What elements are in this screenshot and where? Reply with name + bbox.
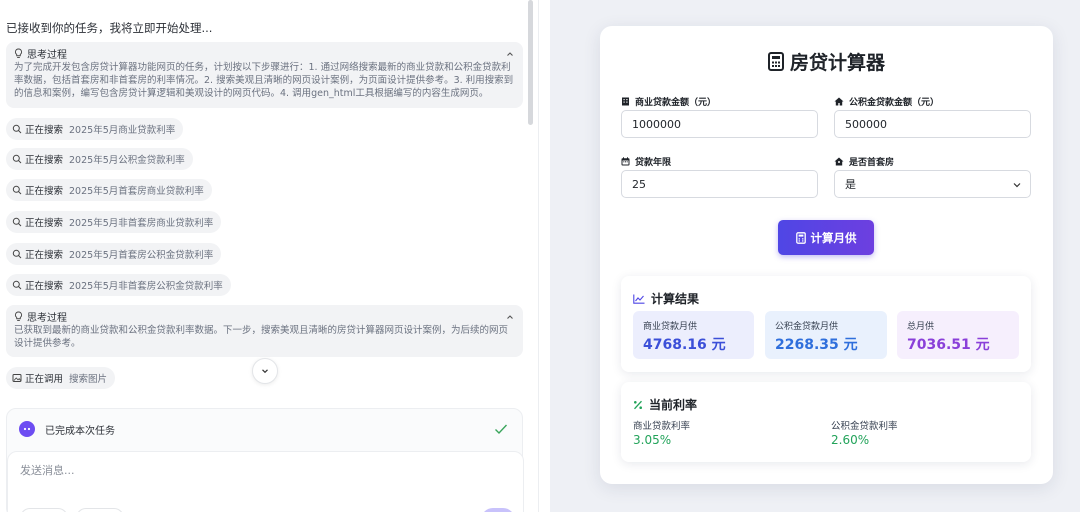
- preview-panel: 房贷计算器 商业贷款金额（元） 公积金贷款金额（元） 贷款年限 是否首套房: [550, 0, 1080, 512]
- search-status: 正在搜索: [25, 218, 64, 229]
- chart-line-icon: [633, 294, 645, 304]
- search-query: 2025年5月公积金贷款利率: [69, 155, 185, 166]
- search-query: 2025年5月首套房公积金贷款利率: [69, 250, 214, 261]
- scrollbar[interactable]: [528, 0, 533, 125]
- first-home-label: 是否首套房: [834, 155, 894, 168]
- rates-panel: 当前利率 商业贷款利率 3.05% 公积金贷款利率 2.60%: [621, 382, 1031, 462]
- search-query: 2025年5月商业贷款利率: [69, 125, 176, 136]
- search-status: 正在搜索: [25, 125, 64, 136]
- check-icon: [495, 424, 508, 435]
- first-home-selected: 是: [845, 178, 856, 191]
- task-complete-card: 已完成本次任务: [6, 408, 524, 512]
- chat-panel: 已接收到你的任务，我将立即开始处理... 思考过程 为了完成开发包含房贷计算器功…: [0, 0, 540, 512]
- search-icon: [12, 154, 22, 164]
- chevron-down-icon: [1013, 183, 1021, 188]
- thinking-text: 已获取到最新的商业贷款和公积金贷款利率数据。下一步，搜索美观且清晰的房贷计算器网…: [14, 325, 509, 349]
- calculator-card: 房贷计算器 商业贷款金额（元） 公积金贷款金额（元） 贷款年限 是否首套房: [600, 26, 1053, 484]
- chevron-up-icon[interactable]: [505, 312, 515, 322]
- lightbulb-icon: [15, 311, 22, 321]
- search-icon: [12, 185, 22, 195]
- message-input[interactable]: [20, 464, 500, 477]
- loan-years-field[interactable]: [621, 170, 818, 198]
- results-panel: 计算结果 商业贷款月供 4768.16 元 公积金贷款月供 2268.35 元 …: [621, 276, 1031, 372]
- search-query: 2025年5月非首套房公积金贷款利率: [69, 281, 223, 292]
- search-icon: [12, 280, 22, 290]
- composer-option-button[interactable]: [20, 508, 68, 512]
- commercial-rate-value: 3.05%: [633, 433, 672, 447]
- fund-payment-box: 公积金贷款月供 2268.35 元: [765, 311, 887, 359]
- commercial-rate-label: 商业贷款利率: [633, 421, 691, 432]
- commercial-amount-input[interactable]: [632, 117, 807, 131]
- task-complete-text: 已完成本次任务: [45, 425, 115, 437]
- fund-payment-label: 公积金贷款月供: [775, 322, 839, 332]
- thinking-text: 为了完成开发包含房贷计算器功能网页的任务，计划按以下步骤进行：1. 通过网络搜索…: [14, 62, 514, 99]
- fund-rate-label: 公积金贷款利率: [831, 421, 898, 432]
- scroll-to-bottom-button[interactable]: [252, 358, 278, 384]
- composer-option-button[interactable]: [76, 508, 124, 512]
- search-icon: [12, 124, 22, 134]
- send-button[interactable]: [481, 508, 515, 512]
- rates-title: 当前利率: [633, 396, 697, 413]
- search-chip[interactable]: 正在搜索 2025年5月非首套房公积金贷款利率: [6, 274, 231, 296]
- calculate-button[interactable]: 计算月供: [778, 220, 874, 255]
- fund-amount-field[interactable]: [834, 110, 1031, 138]
- first-home-select[interactable]: 是: [834, 170, 1031, 198]
- chevron-down-icon: [262, 369, 268, 374]
- loan-years-input[interactable]: [632, 177, 807, 191]
- commercial-payment-label: 商业贷款月供: [643, 322, 698, 332]
- search-status: 正在搜索: [25, 250, 64, 261]
- calculator-icon: [767, 52, 784, 71]
- fund-payment-value: 2268.35 元: [775, 337, 858, 353]
- commercial-amount-label: 商业贷款金额（元）: [621, 95, 716, 108]
- tool-call-status: 正在调用: [25, 374, 64, 385]
- calculator-icon: [795, 231, 806, 244]
- search-query: 2025年5月首套房商业贷款利率: [69, 186, 204, 197]
- calendar-icon: [621, 157, 630, 166]
- home-icon: [834, 97, 844, 106]
- tool-call-chip[interactable]: 正在调用 搜索图片: [6, 367, 116, 389]
- search-status: 正在搜索: [25, 155, 64, 166]
- total-payment-label: 总月供: [907, 322, 935, 332]
- results-title: 计算结果: [633, 290, 699, 307]
- chevron-up-icon[interactable]: [505, 49, 515, 59]
- search-chip[interactable]: 正在搜索 2025年5月首套房商业贷款利率: [6, 179, 212, 201]
- search-icon: [12, 217, 22, 227]
- total-payment-box: 总月供 7036.51 元: [897, 311, 1019, 359]
- building-icon: [622, 97, 629, 106]
- search-status: 正在搜索: [25, 281, 64, 292]
- commercial-amount-field[interactable]: [621, 110, 818, 138]
- fund-amount-input[interactable]: [845, 117, 1020, 131]
- search-chip[interactable]: 正在搜索 2025年5月首套房公积金贷款利率: [6, 243, 222, 265]
- bot-face-icon: [23, 427, 31, 431]
- assistant-avatar: [19, 421, 35, 437]
- search-query: 2025年5月非首套房商业贷款利率: [69, 218, 214, 229]
- percent-icon: [634, 400, 642, 409]
- lightbulb-icon: [15, 48, 22, 58]
- search-chip[interactable]: 正在搜索 2025年5月商业贷款利率: [6, 118, 184, 140]
- loan-years-label: 贷款年限: [621, 155, 671, 168]
- intro-message: 已接收到你的任务，我将立即开始处理...: [6, 21, 213, 35]
- total-payment-value: 7036.51 元: [907, 337, 990, 353]
- thinking-title: 思考过程: [27, 313, 67, 324]
- thinking-title: 思考过程: [27, 50, 67, 61]
- search-status: 正在搜索: [25, 186, 64, 197]
- thinking-block-2[interactable]: 思考过程 已获取到最新的商业贷款和公积金贷款利率数据。下一步，搜索美观且清晰的房…: [6, 305, 523, 357]
- search-chip[interactable]: 正在搜索 2025年5月公积金贷款利率: [6, 148, 193, 170]
- calculator-title: 房贷计算器: [600, 48, 1053, 75]
- message-composer: [7, 451, 524, 512]
- panel-divider: [538, 0, 539, 512]
- fund-amount-label: 公积金贷款金额（元）: [834, 95, 939, 108]
- tool-call-name: 搜索图片: [69, 374, 108, 385]
- house-user-icon: [834, 157, 844, 166]
- search-chip[interactable]: 正在搜索 2025年5月非首套房商业贷款利率: [6, 211, 222, 233]
- thinking-block-1[interactable]: 思考过程 为了完成开发包含房贷计算器功能网页的任务，计划按以下步骤进行：1. 通…: [6, 42, 523, 108]
- fund-rate-value: 2.60%: [831, 433, 870, 447]
- search-icon: [12, 249, 22, 259]
- image-icon: [12, 374, 22, 382]
- commercial-payment-value: 4768.16 元: [643, 337, 726, 353]
- commercial-payment-box: 商业贷款月供 4768.16 元: [633, 311, 754, 359]
